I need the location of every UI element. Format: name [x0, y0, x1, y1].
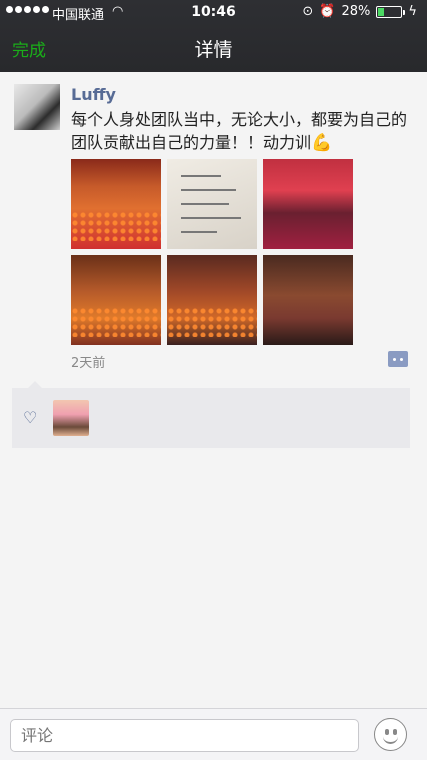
post-content: 每个人身处团队当中，无论大小，都要为自己的团队贡献出自己的力量！！动力训💪 — [71, 108, 417, 155]
photo-1[interactable] — [71, 159, 161, 249]
flexed-biceps-icon: 💪 — [311, 133, 333, 153]
handwriting-line — [181, 175, 221, 177]
comment-dot — [393, 358, 396, 361]
status-right: ⊙ ⏰ 28% ϟ — [302, 4, 417, 19]
smile-eye — [393, 729, 397, 735]
photo-2[interactable] — [167, 159, 257, 249]
photo-grid — [71, 159, 353, 345]
charging-icon: ϟ — [408, 4, 417, 19]
photo-crowd — [71, 211, 161, 241]
status-bar: 中国联通 ◠ 10:46 ⊙ ⏰ 28% ϟ — [0, 0, 427, 24]
photo-crowd — [71, 307, 161, 337]
alarm-icon: ⏰ — [319, 4, 336, 19]
comment-icon[interactable] — [388, 351, 408, 367]
heart-icon: ♡ — [23, 408, 38, 427]
author-avatar[interactable] — [14, 84, 60, 130]
battery-percent: 28% — [341, 4, 371, 19]
battery-fill — [378, 7, 385, 16]
photo-4[interactable] — [71, 255, 161, 345]
liker-avatar[interactable] — [53, 400, 89, 436]
photo-5[interactable] — [167, 255, 257, 345]
comment-input[interactable] — [10, 719, 359, 752]
handwriting-line — [181, 203, 229, 205]
post-time: 2天前 — [71, 356, 106, 371]
top-bar: 中国联通 ◠ 10:46 ⊙ ⏰ 28% ϟ 完成 详情 — [0, 0, 427, 72]
smile-eye — [385, 729, 389, 735]
handwriting-line — [181, 231, 217, 233]
orientation-lock-icon: ⊙ — [302, 4, 314, 19]
photo-6[interactable] — [263, 255, 353, 345]
battery-icon — [376, 5, 406, 18]
page-title: 详情 — [194, 39, 233, 61]
emoji-smile-icon[interactable] — [374, 718, 407, 751]
handwriting-line — [181, 189, 236, 191]
photo-3[interactable] — [263, 159, 353, 249]
comment-bar — [0, 708, 427, 760]
smile-mouth — [383, 736, 398, 744]
likes-panel: ♡ — [12, 381, 410, 448]
handwriting-line — [181, 217, 241, 219]
post-text: 每个人身处团队当中，无论大小，都要为自己的团队贡献出自己的力量！！动力训 — [71, 110, 408, 152]
photo-crowd — [167, 307, 257, 337]
author-name[interactable]: Luffy — [71, 85, 116, 104]
comment-dot — [400, 358, 403, 361]
